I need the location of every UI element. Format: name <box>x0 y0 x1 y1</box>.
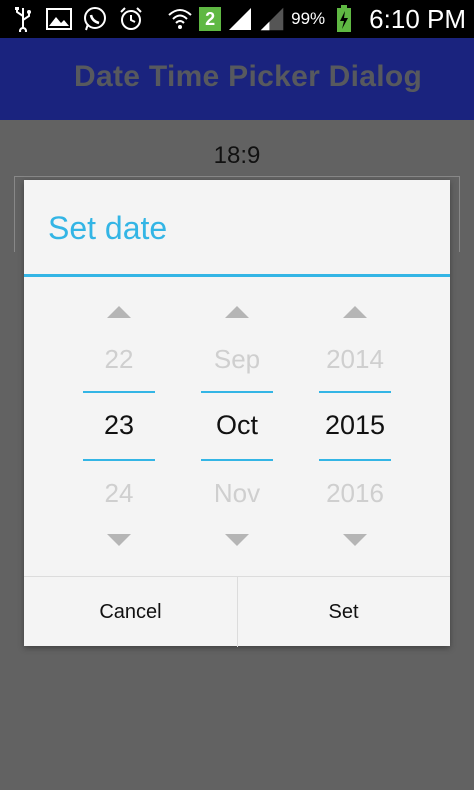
notification-badge: 2 <box>199 7 222 31</box>
month-prev[interactable]: Sep <box>181 344 293 375</box>
battery-percent: 99% <box>291 9 326 28</box>
year-prev[interactable]: 2014 <box>299 344 411 375</box>
year-decrement-arrow-icon[interactable] <box>343 534 367 546</box>
month-picker[interactable]: Sep Oct Nov <box>201 290 273 550</box>
status-bar: 2 99% 6:10 PM <box>0 0 474 38</box>
cancel-button[interactable]: Cancel <box>24 577 238 647</box>
background-edge-left <box>14 176 15 252</box>
year-selection-bottom <box>319 459 391 461</box>
day-picker[interactable]: 22 23 24 <box>83 290 155 550</box>
date-picker-dialog: Set date 22 23 24 Sep Oct Nov 2014 2015 … <box>24 180 450 647</box>
dialog-title: Set date <box>48 210 168 246</box>
day-next[interactable]: 24 <box>63 478 175 509</box>
usb-icon <box>10 6 36 32</box>
day-selection-bottom <box>83 459 155 461</box>
background-edge-right <box>459 176 460 252</box>
gallery-icon <box>46 6 72 32</box>
signal-icon <box>227 6 253 32</box>
day-selection-top <box>83 391 155 393</box>
action-bar: Date Time Picker Dialog <box>0 38 474 120</box>
dialog-button-bar: Cancel Set <box>24 576 450 647</box>
day-current[interactable]: 23 <box>63 410 175 441</box>
month-current[interactable]: Oct <box>181 410 293 441</box>
year-current[interactable]: 2015 <box>299 410 411 441</box>
month-next[interactable]: Nov <box>181 478 293 509</box>
title-divider <box>24 274 450 277</box>
year-selection-top <box>319 391 391 393</box>
year-picker[interactable]: 2014 2015 2016 <box>319 290 391 550</box>
day-increment-arrow-icon[interactable] <box>107 306 131 318</box>
year-increment-arrow-icon[interactable] <box>343 306 367 318</box>
whatsapp-icon <box>82 6 108 32</box>
app-title: Date Time Picker Dialog <box>74 60 423 93</box>
signal-weak-icon <box>259 6 285 32</box>
set-button[interactable]: Set <box>237 577 450 647</box>
time-display: 18:9 <box>213 142 261 169</box>
wifi-icon <box>167 6 193 32</box>
status-clock: 6:10 PM <box>369 3 466 34</box>
alarm-icon <box>118 6 144 32</box>
day-decrement-arrow-icon[interactable] <box>107 534 131 546</box>
day-prev[interactable]: 22 <box>63 344 175 375</box>
month-increment-arrow-icon[interactable] <box>225 306 249 318</box>
year-next[interactable]: 2016 <box>299 478 411 509</box>
background-divider <box>14 176 460 177</box>
month-selection-bottom <box>201 459 273 461</box>
battery-charging-icon <box>331 5 357 32</box>
month-selection-top <box>201 391 273 393</box>
month-decrement-arrow-icon[interactable] <box>225 534 249 546</box>
